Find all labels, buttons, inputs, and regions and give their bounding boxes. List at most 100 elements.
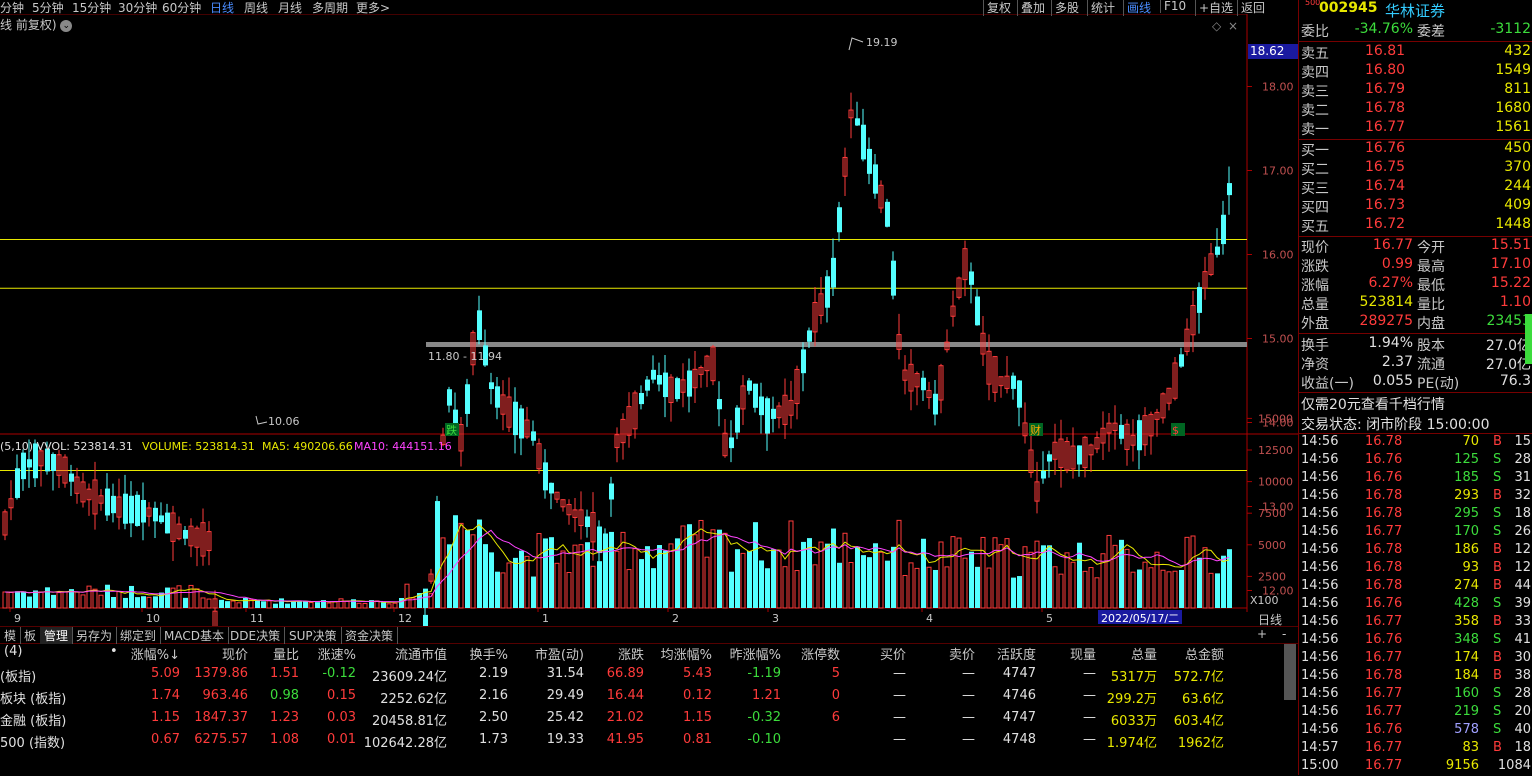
column-header[interactable]: 昨涨幅% — [730, 644, 781, 663]
table-scrollbar[interactable] — [1284, 644, 1296, 700]
tick-v: 578 — [1454, 722, 1479, 737]
table-cell: — — [893, 732, 906, 747]
volume-bar — [710, 529, 716, 609]
volume-bar — [8, 591, 14, 609]
orderbook-row[interactable]: 卖五 16.81 432 — [1299, 43, 1532, 62]
column-header[interactable]: 市盈(动) — [535, 644, 584, 663]
table-row-name[interactable]: 500 (指数) — [0, 732, 65, 751]
volume-bar — [315, 602, 320, 608]
column-header[interactable]: 总金额 — [1185, 644, 1224, 663]
orderbook-price: 16.74 — [1365, 178, 1406, 194]
column-header[interactable]: 现价 — [222, 644, 248, 663]
volume-tick-label: 15000 — [1258, 412, 1293, 425]
column-header[interactable]: 量比 — [273, 644, 299, 663]
volume-bar — [1124, 548, 1130, 609]
volume-bar — [1017, 576, 1022, 608]
column-header[interactable]: 现量 — [1070, 644, 1096, 663]
orderbook-row[interactable]: 买三 16.74 244 — [1299, 178, 1532, 197]
tick-p: 16.77 — [1365, 614, 1403, 629]
orderbook-row[interactable]: 卖三 16.79 811 — [1299, 81, 1532, 100]
column-header[interactable]: 涨幅%↓ — [131, 644, 180, 663]
candle-body — [111, 495, 116, 514]
table-cell: 20458.81亿 — [371, 714, 447, 729]
volume-bar — [465, 529, 470, 608]
stat-row: 收益(一) 0.055 PE(动) 76.3 — [1299, 373, 1532, 392]
minus-button[interactable]: - — [1282, 627, 1286, 641]
volume-bar — [1154, 551, 1160, 609]
volume-bar — [279, 598, 284, 608]
diamond-icon[interactable]: ◇ — [1212, 19, 1222, 33]
tick-t: 14:56 — [1301, 542, 1339, 557]
tick-p: 16.76 — [1365, 632, 1403, 647]
candle-body — [543, 462, 548, 491]
kline-chart[interactable]: 19.0018.0017.0016.0015.0014.0013.0012.00… — [0, 14, 1298, 626]
orderbook-row[interactable]: 卖四 16.80 1549 — [1299, 62, 1532, 81]
volume-bar — [129, 585, 134, 608]
volume-bar — [998, 544, 1004, 609]
trade-status: 交易状态: 闭市阶段 15:00:00 — [1301, 417, 1490, 433]
volume-bar — [543, 538, 548, 608]
candle-body — [747, 380, 752, 391]
column-header[interactable]: 涨速% — [318, 644, 356, 663]
column-header[interactable]: 买价 — [880, 644, 906, 663]
candle-body — [165, 512, 170, 534]
table-cell: 4748 — [1002, 732, 1036, 747]
table-row-name[interactable]: 金融 (板指) — [0, 710, 66, 729]
column-header[interactable]: 流通市值 — [395, 644, 447, 663]
month-label: 4 — [926, 612, 933, 625]
volume-bar — [332, 601, 338, 609]
date-cursor: 2022/05/17/二 — [1098, 610, 1183, 625]
column-header[interactable]: 涨停数 — [801, 644, 840, 663]
volume-bar — [1070, 561, 1076, 609]
orderbook-row[interactable]: 买四 16.73 409 — [1299, 197, 1532, 216]
table-cell: 31.54 — [546, 666, 584, 681]
orderbook-volume: 1549 — [1495, 62, 1531, 78]
column-header[interactable]: 换手% — [470, 644, 508, 663]
volume-bar — [21, 591, 26, 608]
column-header[interactable]: 涨跌 — [618, 644, 644, 663]
tick-t: 15:00 — [1301, 758, 1339, 773]
tick-d: S — [1493, 470, 1502, 485]
price-tick-label: 16.00 — [1262, 249, 1294, 262]
table-cell: — — [962, 666, 975, 681]
volume-bar — [1088, 567, 1094, 609]
volume-bar — [771, 549, 776, 608]
volume-bar — [891, 546, 896, 608]
table-row-name[interactable]: (板指) — [0, 666, 36, 685]
volume-bar — [639, 559, 644, 608]
table-cell: 5317万 — [1110, 670, 1157, 685]
volume-bar — [1137, 569, 1142, 608]
orderbook-row[interactable]: 买五 16.72 1448 — [1299, 216, 1532, 235]
column-header[interactable]: 卖价 — [949, 644, 975, 663]
column-header[interactable]: 活跃度 — [997, 644, 1036, 663]
period-label: 日线 — [1258, 613, 1283, 627]
volume-bar — [56, 592, 62, 609]
tick-p: 16.77 — [1365, 704, 1403, 719]
table-cell: 2252.62亿 — [380, 692, 447, 707]
orderbook-row[interactable]: 卖二 16.78 1680 — [1299, 100, 1532, 119]
tick-p: 16.78 — [1365, 506, 1403, 521]
plus-button[interactable]: + — [1257, 627, 1267, 641]
column-header[interactable]: 均涨幅% — [661, 644, 712, 663]
volume-bar — [92, 588, 98, 609]
tick-d: S — [1493, 686, 1502, 701]
table-row-name[interactable]: 板块 (板指) — [0, 688, 66, 707]
tick-t: 14:56 — [1301, 596, 1339, 611]
column-header[interactable]: 总量 — [1131, 644, 1157, 663]
orderbook-row[interactable]: 卖一 16.77 1561 — [1299, 119, 1532, 138]
promo-link[interactable]: 仅需20元查看千档行情 — [1301, 394, 1532, 413]
month-label: 10 — [146, 612, 160, 625]
tick-d: S — [1493, 722, 1502, 737]
stat-row-value: 289275 — [1359, 313, 1413, 329]
tick-t: 14:56 — [1301, 704, 1339, 719]
candle-body — [861, 124, 866, 160]
orderbook-price: 16.80 — [1365, 62, 1406, 78]
stat-row-label: 外盘 — [1301, 316, 1329, 332]
orderbook-row[interactable]: 买二 16.75 370 — [1299, 159, 1532, 178]
orderbook-price: 16.73 — [1365, 197, 1406, 213]
close-icon[interactable]: × — [1228, 19, 1238, 33]
candle-body — [753, 383, 758, 408]
toolbar-button-5[interactable]: F10 — [1160, 0, 1189, 13]
orderbook-row[interactable]: 买一 16.76 450 — [1299, 140, 1532, 159]
volume-bar — [782, 566, 788, 609]
